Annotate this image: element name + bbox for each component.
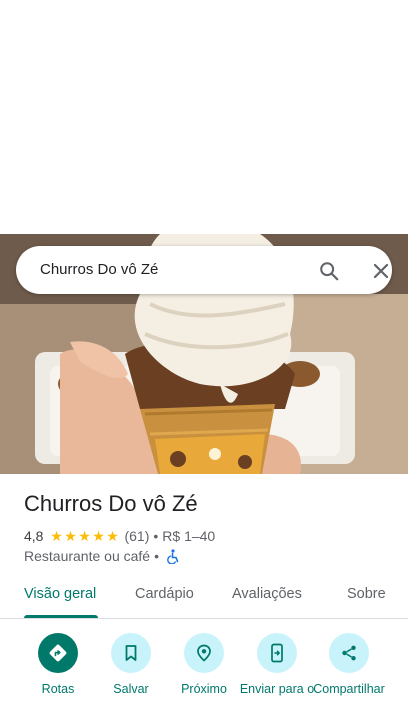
category-row: Restaurante ou café • (24, 547, 181, 565)
star-icon: ★ (92, 528, 105, 544)
search-icon[interactable] (316, 258, 342, 284)
action-buttons: Rotas Salvar Próximo Enviar para o Compa… (0, 633, 408, 708)
tab-overview[interactable]: Visão geral (24, 586, 96, 602)
review-count[interactable]: (61) (124, 528, 149, 544)
share-button[interactable]: Compartilhar (313, 633, 385, 708)
place-title: Churros Do vô Zé (24, 491, 198, 516)
share-icon (329, 633, 369, 673)
bookmark-icon (111, 633, 151, 673)
send-to-phone-label: Enviar para o (239, 682, 315, 696)
share-label: Compartilhar (313, 682, 385, 696)
save-label: Salvar (113, 682, 149, 696)
close-icon[interactable] (368, 258, 394, 284)
place-category: Restaurante ou café (24, 548, 151, 564)
wheelchair-accessible-icon (167, 548, 181, 564)
directions-label: Rotas (41, 682, 75, 696)
tab-menu[interactable]: Cardápio (135, 586, 194, 602)
rating-row[interactable]: 4,8 ★ ★ ★ ★ ★ (61) • R$ 1–40 (24, 527, 215, 545)
separator-dot: • (153, 528, 159, 544)
directions-button[interactable]: Rotas (22, 633, 94, 708)
tab-reviews[interactable]: Avaliações (232, 586, 302, 602)
send-to-phone-icon (257, 633, 297, 673)
nearby-icon (184, 633, 224, 673)
directions-icon (38, 633, 78, 673)
rating-value: 4,8 (24, 528, 44, 544)
star-icon: ★ (64, 528, 77, 544)
map-area-blank (0, 0, 408, 234)
search-bar[interactable]: Churros Do vô Zé (16, 246, 392, 294)
nearby-button[interactable]: Próximo (168, 633, 240, 708)
nearby-label: Próximo (181, 682, 227, 696)
star-icon: ★ (106, 528, 119, 544)
tab-bar: Visão geral Cardápio Avaliações Sobre (0, 576, 408, 619)
rating-stars: ★ ★ ★ ★ ★ (49, 529, 119, 543)
send-to-phone-button[interactable]: Enviar para o (240, 633, 314, 708)
separator-dot: • (154, 548, 159, 564)
save-button[interactable]: Salvar (95, 633, 167, 708)
star-icon: ★ (78, 528, 91, 544)
star-icon: ★ (50, 528, 63, 544)
active-tab-indicator (24, 615, 98, 618)
price-range: R$ 1–40 (162, 528, 216, 544)
tab-about[interactable]: Sobre (347, 586, 386, 602)
search-input[interactable]: Churros Do vô Zé (40, 261, 158, 278)
